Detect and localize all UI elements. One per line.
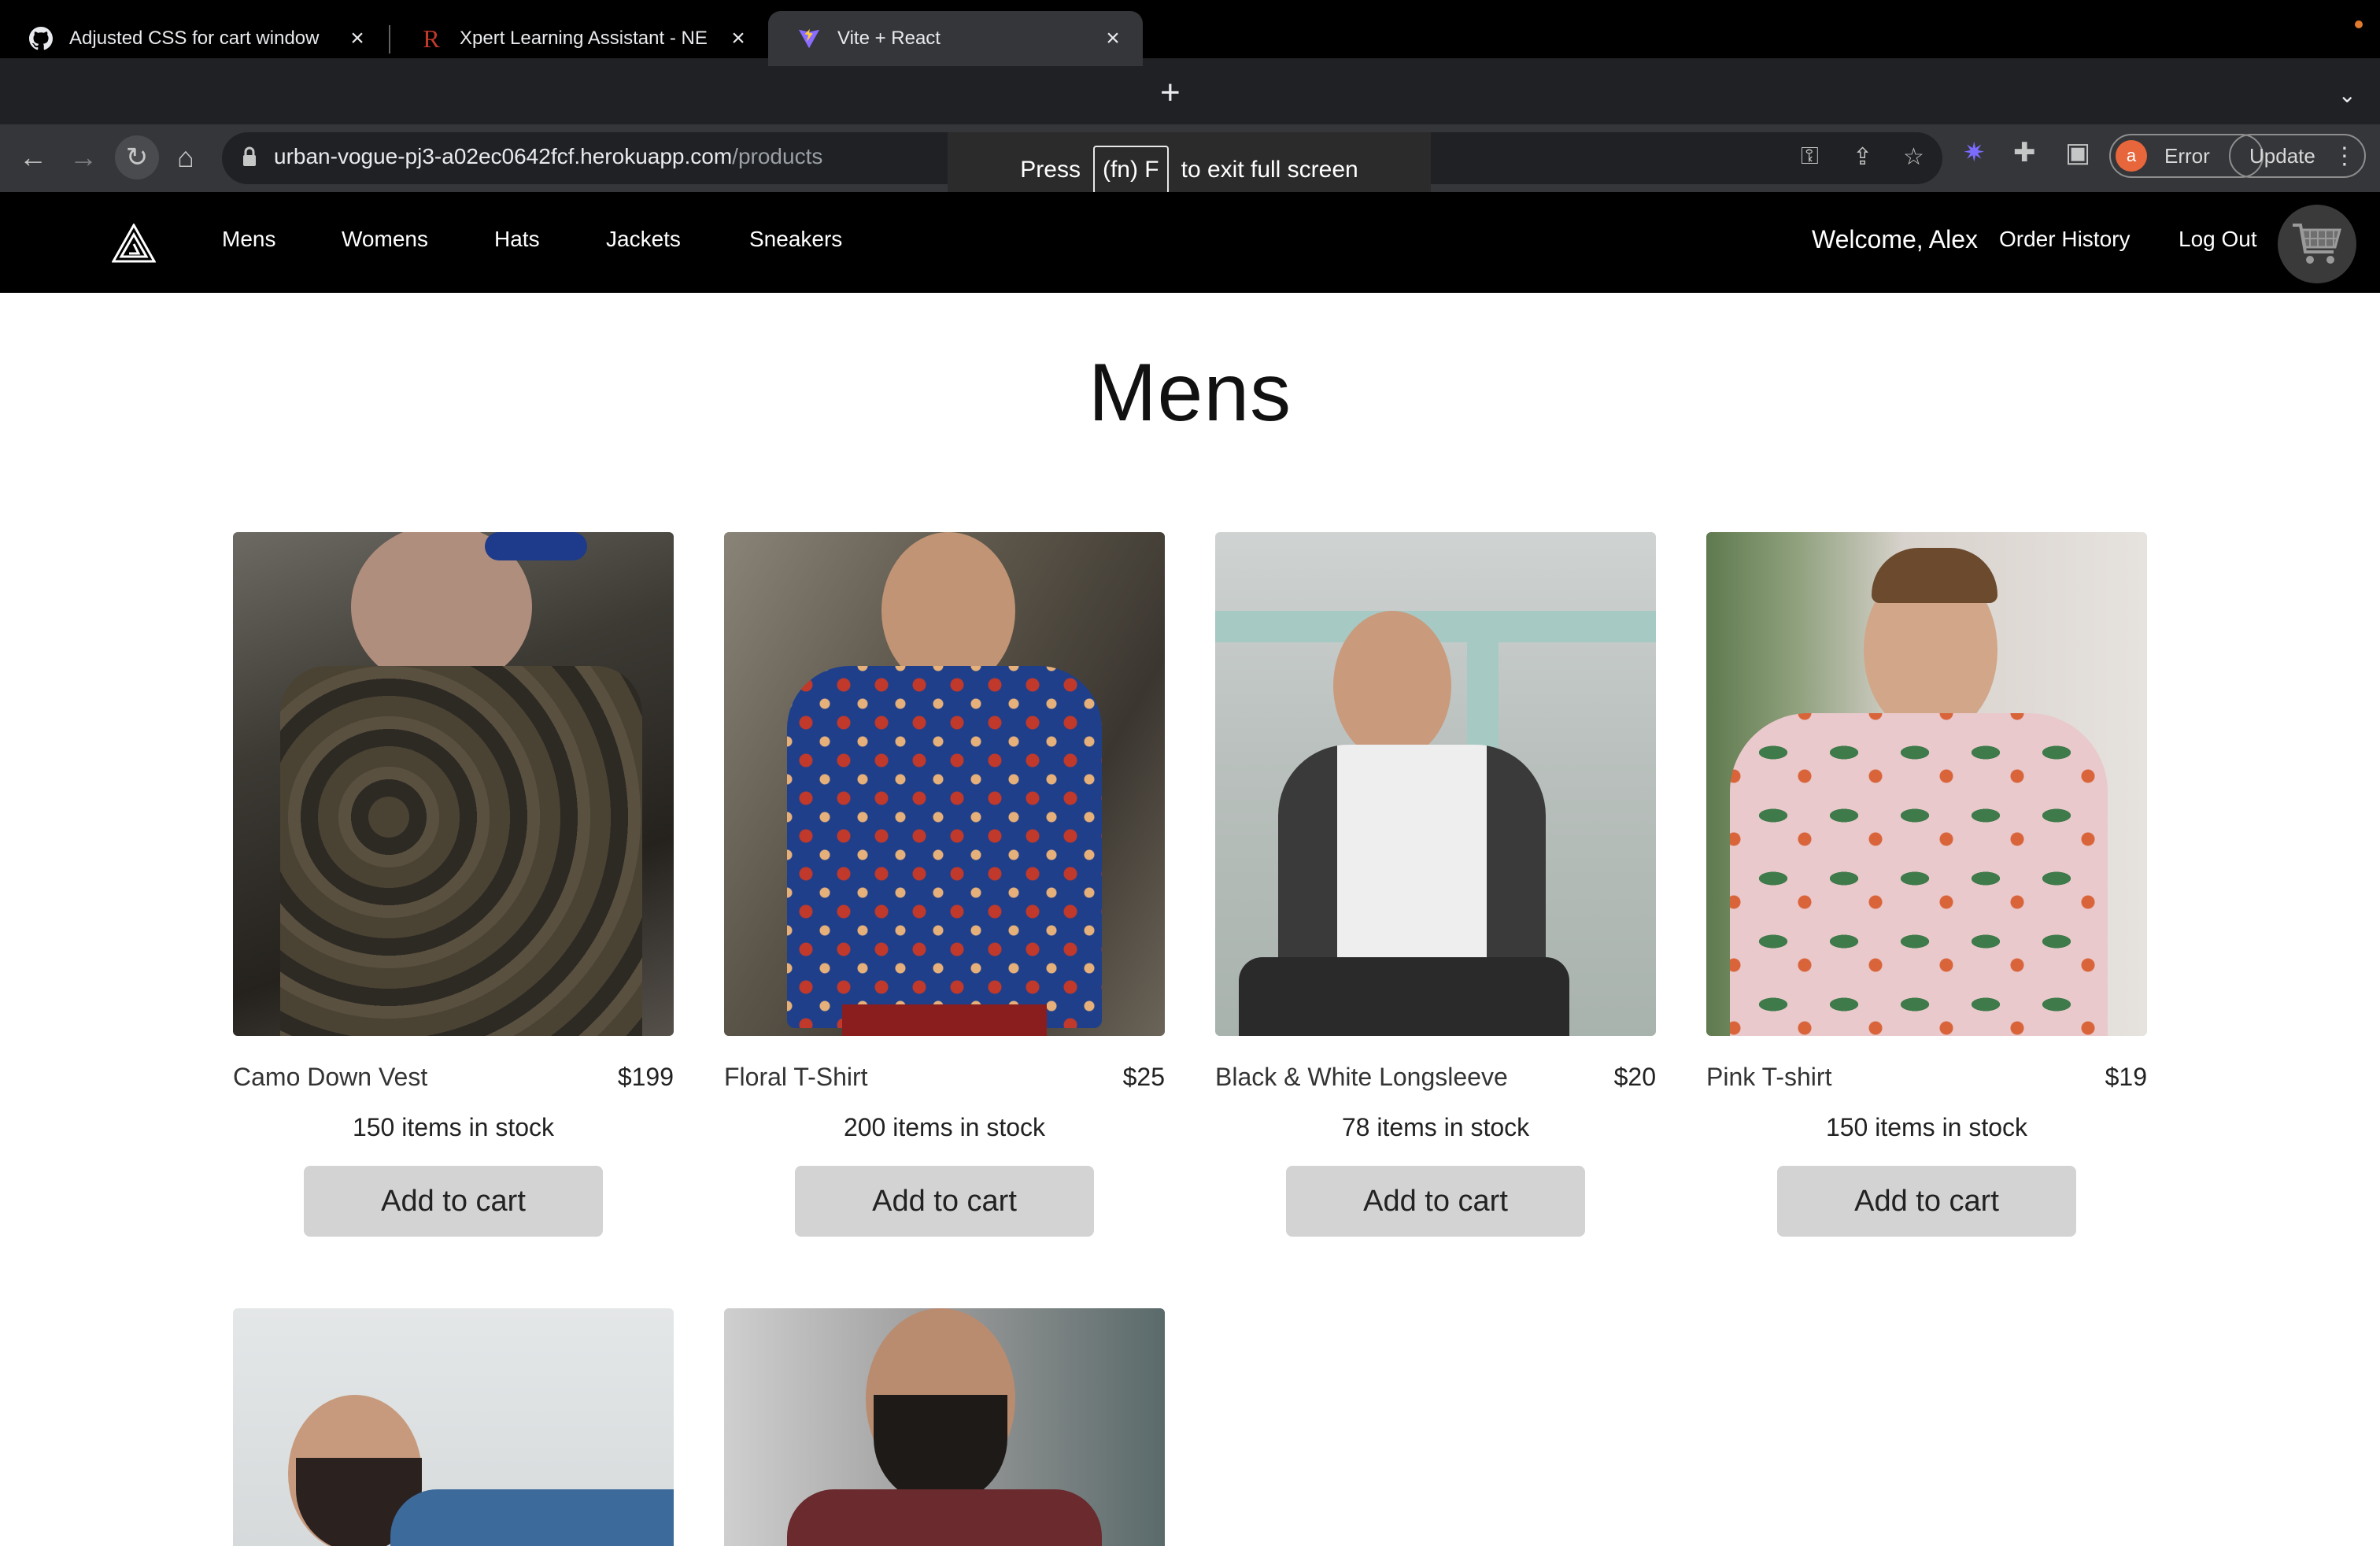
model-hair (1872, 548, 1998, 603)
product-stock: 150 items in stock (352, 1113, 555, 1141)
back-arrow-icon[interactable]: ← (16, 140, 50, 175)
nav-link-jackets[interactable]: Jackets (606, 227, 681, 252)
order-history-link[interactable]: Order History (1999, 227, 2130, 252)
home-icon[interactable]: ⌂ (168, 140, 203, 175)
extensions-puzzle-icon[interactable]: ✚ (2013, 137, 2036, 168)
r-logo-icon: R (423, 24, 440, 53)
fullscreen-toast-suffix: to exit full screen (1181, 157, 1358, 183)
url-path: /products (732, 144, 823, 168)
model-beard (874, 1395, 1007, 1505)
tab-title: Vite + React (837, 28, 941, 49)
product-name[interactable]: Pink T-shirt (1706, 1063, 1831, 1092)
lock-icon (243, 146, 256, 166)
profile-avatar: a (2116, 140, 2147, 172)
tab-title: Adjusted CSS for cart window (69, 28, 320, 49)
sunglasses (485, 532, 587, 560)
github-icon (28, 26, 54, 51)
nav-link-mens[interactable]: Mens (222, 227, 275, 252)
nav-link-hats[interactable]: Hats (494, 227, 540, 252)
recording-indicator-icon (2355, 20, 2363, 28)
product-card: Black & White Longsleeve $20 78 items in… (1215, 532, 1656, 1237)
bookmark-star-icon[interactable]: ☆ (1903, 143, 1924, 171)
burgundy-shirt (787, 1489, 1102, 1546)
add-to-cart-button[interactable]: Add to cart (795, 1166, 1094, 1237)
pink-shirt (1730, 713, 2108, 1036)
close-tab-icon[interactable]: × (1102, 25, 1124, 52)
fullscreen-toast-prefix: Press (1020, 157, 1081, 183)
dark-pants (1239, 957, 1569, 1036)
product-card: Floral T-Shirt $25 200 items in stock Ad… (724, 532, 1165, 1237)
tab-title: Xpert Learning Assistant - NE (460, 28, 708, 49)
raglan-shirt (1278, 745, 1546, 981)
share-icon[interactable]: ⇪ (1853, 143, 1872, 171)
browser-tab-vite[interactable]: Vite + React × (768, 11, 1143, 66)
browser-tab-strip (0, 58, 2380, 124)
product-card (233, 1308, 674, 1546)
nav-link-womens[interactable]: Womens (342, 227, 428, 252)
product-price: $20 (1613, 1063, 1656, 1091)
product-price: $199 (617, 1063, 674, 1091)
logout-link[interactable]: Log Out (2179, 227, 2257, 252)
product-image[interactable] (1706, 532, 2147, 1036)
forward-arrow-icon[interactable]: → (66, 140, 101, 175)
key-icon[interactable]: ⚿ (1801, 143, 1819, 170)
shopping-cart-icon (2293, 224, 2341, 264)
close-tab-icon[interactable]: × (727, 25, 749, 52)
denim-shirt (390, 1489, 674, 1546)
product-price: $19 (2105, 1063, 2147, 1091)
extension-sparkle-icon[interactable]: ✷ (1963, 137, 1986, 168)
url-text: urban-vogue-pj3-a02ec0642fcf.herokuapp.c… (274, 144, 822, 169)
product-image[interactable] (724, 1308, 1165, 1546)
update-button[interactable]: Update ⋮ (2229, 134, 2366, 178)
product-price: $25 (1122, 1063, 1165, 1091)
product-image[interactable] (233, 1308, 674, 1546)
product-card: Pink T-shirt $19 150 items in stock Add … (1706, 532, 2147, 1237)
reload-button[interactable]: ↻ (115, 135, 159, 179)
product-card: Camo Down Vest $199 150 items in stock A… (233, 532, 674, 1237)
add-to-cart-button[interactable]: Add to cart (304, 1166, 603, 1237)
welcome-message: Welcome, Alex (1812, 225, 1979, 253)
reload-icon: ↻ (125, 142, 149, 172)
kebab-menu-icon: ⋮ (2332, 142, 2356, 169)
tab-search-chevron-icon[interactable]: ⌄ (2338, 82, 2356, 108)
product-name[interactable]: Camo Down Vest (233, 1063, 427, 1092)
product-image[interactable] (724, 532, 1165, 1036)
product-stock: 78 items in stock (1341, 1113, 1530, 1141)
browser-tab-xpert[interactable]: R Xpert Learning Assistant - NE × (390, 11, 768, 66)
nav-link-sneakers[interactable]: Sneakers (749, 227, 842, 252)
browser-tab-github[interactable]: Adjusted CSS for cart window × (0, 11, 387, 66)
fullscreen-key-hint: (fn) F (1092, 146, 1169, 194)
url-host: urban-vogue-pj3-a02ec0642fcf.herokuapp.c… (274, 144, 733, 168)
add-to-cart-button[interactable]: Add to cart (1286, 1166, 1585, 1237)
product-image[interactable] (1215, 532, 1656, 1036)
vite-icon (796, 26, 822, 51)
update-label: Update (2249, 143, 2315, 168)
close-tab-icon[interactable]: × (346, 25, 368, 52)
cart-button[interactable] (2278, 205, 2356, 283)
brand-logo-icon[interactable] (112, 224, 156, 263)
product-name[interactable]: Floral T-Shirt (724, 1063, 868, 1092)
side-panel-icon[interactable]: ▣ (2065, 137, 2090, 168)
product-card (724, 1308, 1165, 1546)
product-stock: 150 items in stock (1825, 1113, 2028, 1141)
product-name[interactable]: Black & White Longsleeve (1215, 1063, 1508, 1092)
floral-shirt (787, 666, 1102, 1028)
product-image[interactable] (233, 532, 674, 1036)
profile-status-label: Error (2164, 143, 2210, 168)
new-tab-button[interactable]: + (1160, 76, 1181, 110)
red-pants (842, 1004, 1047, 1036)
site-navbar: Mens Womens Hats Jackets Sneakers Welcom… (0, 192, 2380, 293)
product-stock: 200 items in stock (843, 1113, 1046, 1141)
camo-vest (280, 666, 642, 1036)
model-head (1333, 611, 1451, 760)
page-title: Mens (1088, 347, 1292, 438)
add-to-cart-button[interactable]: Add to cart (1777, 1166, 2076, 1237)
